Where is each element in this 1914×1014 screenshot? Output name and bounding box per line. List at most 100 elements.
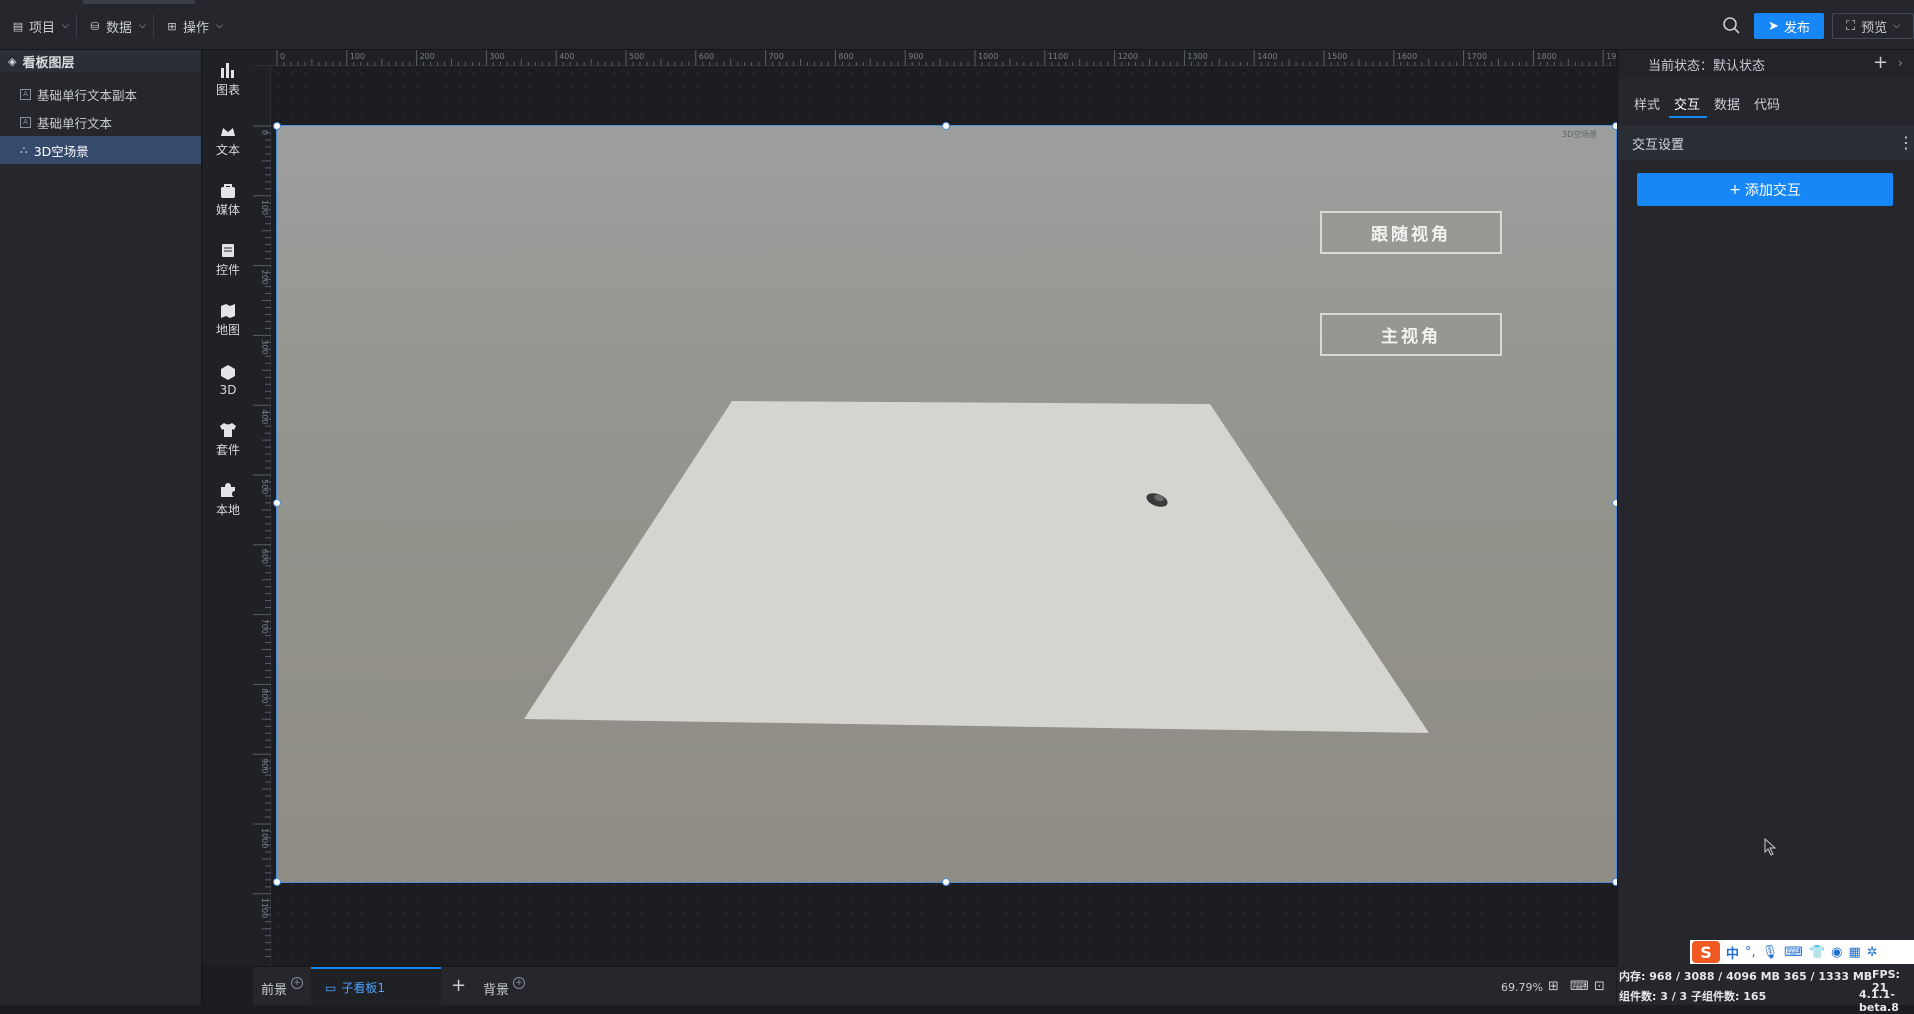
add-state-button[interactable]: + <box>1873 52 1888 73</box>
ruler-label: 1000 <box>260 828 269 848</box>
layers-icon: ◈ <box>8 54 17 68</box>
3d-scene[interactable]: 3D空场景 跟随视角 主视角 <box>276 125 1617 883</box>
component-media[interactable]: 媒体 <box>203 170 253 230</box>
main-view-button[interactable]: 主视角 <box>1320 313 1502 356</box>
search-icon <box>1723 17 1740 34</box>
resize-handle[interactable] <box>942 878 950 886</box>
resize-handle[interactable] <box>942 122 950 130</box>
resize-handle[interactable] <box>273 122 281 130</box>
fit-screen-button[interactable]: ⊞ <box>1548 979 1559 994</box>
ruler-label: 700 <box>260 619 269 634</box>
document-icon: ▤ <box>12 19 24 33</box>
ruler-label: 1100 <box>260 898 269 918</box>
send-icon: ➤ <box>1768 18 1779 34</box>
fullscreen-icon: ⛶ <box>1846 18 1856 34</box>
ruler-label: 0 <box>280 52 285 61</box>
skin-icon: 👕 <box>1808 944 1826 960</box>
ruler-label: 100 <box>350 52 365 61</box>
terminal-icon: ⊡ <box>1594 979 1605 994</box>
menu-project[interactable]: ▤ 项目 ⌵ <box>12 16 69 36</box>
add-tab-button[interactable]: + <box>451 975 466 996</box>
properties-panel: 当前状态：默认状态 + › 样式 交互 数据 代码 交互设置 ⋮ + 添加交互 <box>1617 50 1914 965</box>
menu-operation[interactable]: ⊞ 操作 ⌵ <box>166 16 223 36</box>
keyboard-icon: ⌨ <box>1570 979 1589 994</box>
ime-toolbar[interactable]: S 中 °, 🎙 ⌨ 👕 ◉ ▦ ✲ <box>1690 940 1914 964</box>
resize-handle[interactable] <box>273 499 281 507</box>
sub-board-tab[interactable]: ▭ 子看板1 <box>311 967 441 1006</box>
ruler-ticks: 0 100 200 300 400 500 600 700 800 900 1000 1100 1200… <box>276 50 1616 66</box>
component-kit[interactable]: 套件 <box>203 410 253 470</box>
tab-style[interactable]: 样式 <box>1634 94 1660 113</box>
divider <box>153 14 154 38</box>
ruler-label: 300 <box>260 339 269 354</box>
ruler-label: 400 <box>559 52 574 61</box>
ruler-label: 900 <box>260 758 269 773</box>
component-chart[interactable]: 图表 <box>203 50 253 110</box>
text-icon <box>221 128 235 136</box>
shirt-icon <box>220 423 236 437</box>
ruler-label: 1400 <box>1257 52 1277 61</box>
chevron-down-icon: ⌵ <box>139 21 146 31</box>
component-map[interactable]: 地图 <box>203 290 253 350</box>
ruler-label: 800 <box>260 688 269 703</box>
ruler-label: 600 <box>260 549 269 564</box>
menu-data[interactable]: ⛁ 数据 ⌵ <box>89 16 146 36</box>
keyboard-button[interactable]: ⌨ <box>1570 979 1589 994</box>
component-text[interactable]: 文本 <box>203 110 253 170</box>
more-icon[interactable]: ⋮ <box>1898 133 1914 152</box>
layers-panel: ◈ 看板图层 A 基础单行文本副本 A 基础单行文本 ⛬ 3D空场景 <box>0 50 202 1005</box>
console-button[interactable]: ⊡ <box>1594 979 1605 994</box>
publish-button[interactable]: ➤ 发布 <box>1754 13 1824 39</box>
resize-handle[interactable] <box>273 878 281 886</box>
bottom-bar: 前景 + ▭ 子看板1 + 背景 + 69.79% ⊞ ⌨ ⊡ <box>253 966 1616 1006</box>
ruler-label: 600 <box>699 52 714 61</box>
ruler-ticks: 0 100 200 300 400 500 600 700 800 900 1000 1100 <box>253 125 271 958</box>
background-tab[interactable]: 背景 + <box>483 976 526 998</box>
tab-data[interactable]: 数据 <box>1714 94 1740 113</box>
mouse-cursor-icon <box>1764 838 1777 856</box>
layer-item[interactable]: A 基础单行文本副本 <box>0 80 201 108</box>
ruler-label: 300 <box>489 52 504 61</box>
ruler-label: 1700 <box>1467 52 1487 61</box>
media-icon <box>221 184 235 198</box>
ruler-label: 1600 <box>1397 52 1417 61</box>
search-button[interactable] <box>1720 14 1742 36</box>
scene-tag: 3D空场景 <box>1562 130 1598 139</box>
ruler-label: 700 <box>769 52 784 61</box>
layer-item[interactable]: A 基础单行文本 <box>0 108 201 136</box>
foreground-tab[interactable]: 前景 + <box>261 976 304 998</box>
chevron-down-icon: ⌵ <box>216 21 223 31</box>
add-interaction-button[interactable]: + 添加交互 <box>1637 173 1893 206</box>
punctuation-icon: °, <box>1745 944 1756 960</box>
layer-item-selected[interactable]: ⛬ 3D空场景 <box>0 136 201 164</box>
chevron-right-icon[interactable]: › <box>1898 56 1903 70</box>
add-circle-icon[interactable]: + <box>513 976 526 989</box>
ruler-label: 100 <box>260 200 269 215</box>
interaction-settings-header: 交互设置 <box>1618 126 1914 160</box>
state-row: 当前状态：默认状态 <box>1618 50 1914 78</box>
preview-button[interactable]: ⛶ 预览 ⌵ <box>1832 13 1914 39</box>
component-toolbar: 图表 文本 媒体 控件 地图 3D 套件 本地 <box>203 50 253 965</box>
cube-icon <box>221 364 235 380</box>
plus-icon: + <box>1729 181 1741 198</box>
version-label: 4.1.1-beta.8 <box>1859 988 1899 1014</box>
chevron-down-icon: ⌵ <box>1893 21 1900 31</box>
ruler-left: 0 100 200 300 400 500 600 700 800 900 1000 1100 <box>253 66 271 966</box>
fit-screen-icon: ⊞ <box>1548 979 1559 994</box>
tab-interaction[interactable]: 交互 <box>1674 94 1700 113</box>
ruler-top: 0 100 200 300 400 500 600 700 800 900 1000 1100 1200… <box>253 50 1616 66</box>
ruler-label: 500 <box>260 479 269 494</box>
plus-icon: + <box>1873 52 1889 73</box>
ruler-label: 400 <box>260 409 269 424</box>
apps-icon: ▦ <box>1848 944 1861 960</box>
ruler-label: 1300 <box>1187 52 1207 61</box>
component-widget[interactable]: 控件 <box>203 230 253 290</box>
component-local[interactable]: 本地 <box>203 470 253 530</box>
add-circle-icon[interactable]: + <box>291 976 304 989</box>
component-3d[interactable]: 3D <box>203 350 253 410</box>
bar-chart-icon <box>221 63 234 78</box>
database-icon: ⛁ <box>90 19 100 33</box>
tab-code[interactable]: 代码 <box>1754 94 1780 113</box>
plus-icon: + <box>451 975 467 996</box>
follow-view-button[interactable]: 跟随视角 <box>1320 211 1502 254</box>
